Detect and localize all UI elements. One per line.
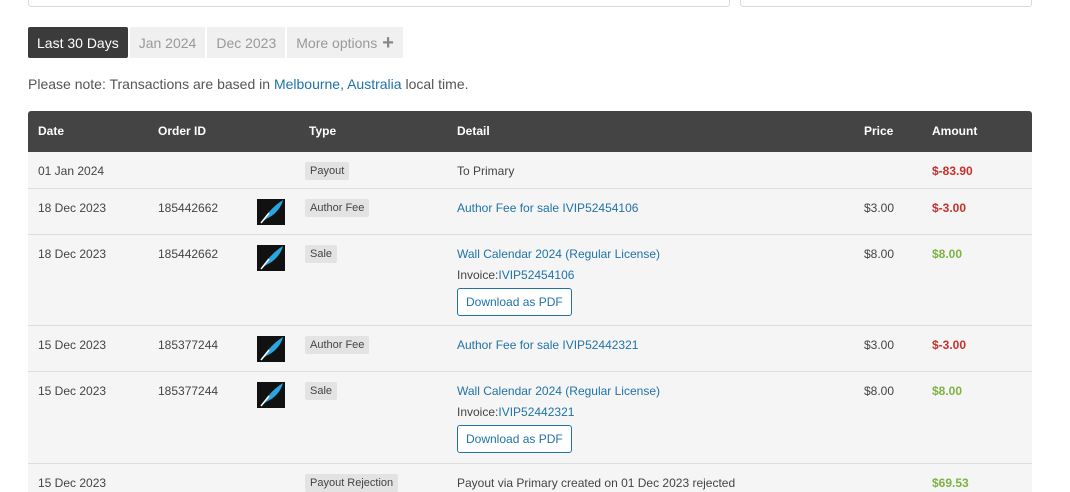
note-prefix: Please note: Transactions are based in <box>28 76 274 92</box>
row-order-id: 185442662 <box>158 201 219 215</box>
detail-link[interactable]: Author Fee for sale IVIP52454106 <box>457 201 638 215</box>
row-date: 18 Dec 2023 <box>38 201 107 215</box>
header-type: Type <box>309 124 337 138</box>
download-pdf-button[interactable]: Download as PDF <box>457 425 572 453</box>
row-date: 18 Dec 2023 <box>38 247 107 261</box>
product-link[interactable]: Wall Calendar 2024 (Regular License) <box>457 384 660 398</box>
blue-feather-icon[interactable] <box>257 336 285 362</box>
row-order-id: 185377244 <box>158 338 219 352</box>
header-order-id: Order ID <box>158 124 207 138</box>
tab-label: Last 30 Days <box>37 34 119 51</box>
table-header: Date Order ID Type Detail Price Amount <box>28 111 1032 152</box>
header-price: Price <box>864 124 894 138</box>
row-detail: Wall Calendar 2024 (Regular License) Inv… <box>457 247 660 316</box>
tab-label: More options <box>296 34 378 51</box>
product-link[interactable]: Wall Calendar 2024 (Regular License) <box>457 247 660 261</box>
table-row: 15 Dec 2023 185377244 Sale Wall Calendar… <box>28 372 1032 464</box>
detail-link[interactable]: Author Fee for sale IVIP52442321 <box>457 338 638 352</box>
table-row: 18 Dec 2023 185442662 Sale Wall Calendar… <box>28 235 1032 326</box>
row-price: $3.00 <box>864 201 895 215</box>
row-amount: $-3.00 <box>932 338 967 352</box>
header-date: Date <box>38 124 65 138</box>
transactions-table: Date Order ID Type Detail Price Amount 0… <box>28 111 1032 492</box>
row-type: Payout <box>305 162 350 180</box>
invoice-link[interactable]: IVIP52442321 <box>498 405 574 419</box>
date-range-tabs: Last 30 Days Jan 2024 Dec 2023 More opti… <box>28 27 403 58</box>
row-price: $3.00 <box>864 338 895 352</box>
row-date: 01 Jan 2024 <box>38 164 105 178</box>
invoice-link[interactable]: IVIP52454106 <box>498 268 574 282</box>
row-amount: $69.53 <box>932 476 969 490</box>
note-suffix: local time. <box>401 76 469 92</box>
row-amount: $-83.90 <box>932 164 973 178</box>
row-date: 15 Dec 2023 <box>38 338 107 352</box>
download-pdf-button[interactable]: Download as PDF <box>457 288 572 316</box>
tab-label: Jan 2024 <box>138 34 197 51</box>
row-amount: $8.00 <box>932 384 963 398</box>
row-order-id: 185442662 <box>158 247 219 261</box>
table-row: 15 Dec 2023 Payout Rejection Payout via … <box>28 464 1032 492</box>
row-order-id: 185377244 <box>158 384 219 398</box>
row-date: 15 Dec 2023 <box>38 384 107 398</box>
type-badge: Payout <box>305 162 350 180</box>
filter-input-left[interactable] <box>28 0 730 7</box>
invoice-line: Invoice:IVIP52442321 <box>457 405 660 419</box>
row-type: Author Fee <box>305 336 370 354</box>
table-row: 01 Jan 2024 Payout To Primary $-83.90 <box>28 152 1032 189</box>
location-link[interactable]: Melbourne, Australia <box>274 76 402 92</box>
header-amount: Amount <box>932 124 978 138</box>
timezone-note: Please note: Transactions are based in M… <box>28 76 469 92</box>
type-badge: Sale <box>305 245 338 263</box>
invoice-label: Invoice: <box>457 405 499 419</box>
row-type: Author Fee <box>305 199 370 217</box>
tab-more-options[interactable]: More options + <box>287 27 403 58</box>
row-detail: To Primary <box>457 164 515 178</box>
blue-feather-icon[interactable] <box>257 382 285 408</box>
header-detail: Detail <box>457 124 490 138</box>
row-type: Sale <box>305 245 338 263</box>
tab-jan-2024[interactable]: Jan 2024 <box>129 27 206 58</box>
type-badge: Author Fee <box>305 336 370 354</box>
row-date: 15 Dec 2023 <box>38 476 107 490</box>
row-amount: $8.00 <box>932 247 963 261</box>
row-price: $8.00 <box>864 384 895 398</box>
row-detail: Payout via Primary created on 01 Dec 202… <box>457 476 736 490</box>
type-badge: Payout Rejection <box>305 474 399 492</box>
row-detail: Wall Calendar 2024 (Regular License) Inv… <box>457 384 660 453</box>
type-badge: Author Fee <box>305 199 370 217</box>
blue-feather-icon[interactable] <box>257 245 285 271</box>
table-row: 15 Dec 2023 185377244 Author Fee Author … <box>28 326 1032 372</box>
tab-last-30-days[interactable]: Last 30 Days <box>28 27 128 58</box>
invoice-line: Invoice:IVIP52454106 <box>457 268 660 282</box>
row-type: Sale <box>305 382 338 400</box>
plus-icon: + <box>382 31 394 54</box>
blue-feather-icon[interactable] <box>257 199 285 225</box>
row-amount: $-3.00 <box>932 201 967 215</box>
row-price: $8.00 <box>864 247 895 261</box>
table-row: 18 Dec 2023 185442662 Author Fee Author … <box>28 189 1032 235</box>
tab-dec-2023[interactable]: Dec 2023 <box>207 27 286 58</box>
filter-input-right[interactable] <box>740 0 1032 7</box>
type-badge: Sale <box>305 382 338 400</box>
tab-label: Dec 2023 <box>216 34 277 51</box>
row-type: Payout Rejection <box>305 474 399 492</box>
invoice-label: Invoice: <box>457 268 499 282</box>
